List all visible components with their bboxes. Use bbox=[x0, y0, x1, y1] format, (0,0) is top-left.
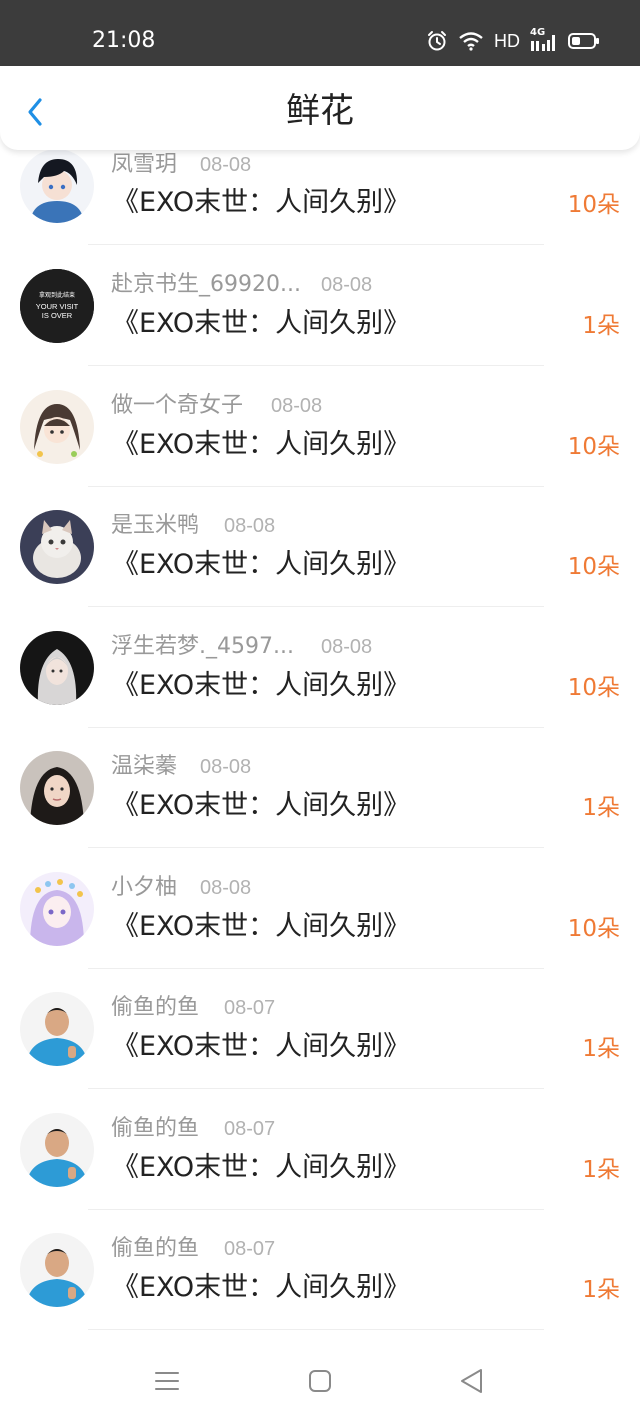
status-bar: 21:08 HD 4G bbox=[0, 0, 640, 66]
book-title[interactable]: 《EXO末世：人间久别》 bbox=[112, 1150, 410, 1186]
gift-date: 08-07 bbox=[224, 997, 276, 1019]
flower-count: 10朵 bbox=[567, 434, 620, 460]
gift-date: 08-08 bbox=[321, 636, 373, 658]
avatar[interactable] bbox=[20, 390, 94, 464]
list-item[interactable]: 小夕柚 08-08 《EXO末世：人间久别》 10朵 bbox=[0, 838, 640, 969]
menu-button[interactable] bbox=[147, 1360, 187, 1400]
book-title[interactable]: 《EXO末世：人间久别》 bbox=[112, 547, 410, 583]
flower-count: 1朵 bbox=[582, 313, 620, 339]
gift-date: 08-07 bbox=[224, 1238, 276, 1260]
wifi-icon bbox=[459, 32, 483, 51]
list-item[interactable]: 拿观到此结束 YOUR VISIT IS OVER 赴京书生_69920... … bbox=[0, 235, 640, 366]
gift-date: 08-08 bbox=[271, 395, 323, 417]
system-back-button[interactable] bbox=[452, 1360, 492, 1400]
avatar[interactable] bbox=[20, 1113, 94, 1187]
flower-gift-list[interactable]: 凤雪玥 08-08 《EXO末世：人间久别》 10朵 拿观到此结束 YOUR V… bbox=[0, 150, 640, 1330]
gift-date: 08-08 bbox=[224, 515, 276, 537]
battery-icon bbox=[568, 33, 599, 49]
network-type-label: HD bbox=[494, 30, 520, 51]
avatar[interactable] bbox=[20, 631, 94, 705]
page-title: 鲜花 bbox=[286, 91, 354, 131]
home-button[interactable] bbox=[300, 1360, 340, 1400]
avatar[interactable] bbox=[20, 150, 94, 223]
list-item[interactable]: 偷鱼的鱼 08-07 《EXO末世：人间久别》 1朵 bbox=[0, 1079, 640, 1210]
username[interactable]: 偷鱼的鱼 bbox=[111, 994, 199, 1022]
status-icons: HD 4G bbox=[426, 27, 600, 55]
username[interactable]: 浮生若梦._4597... bbox=[111, 633, 294, 661]
gift-date: 08-08 bbox=[321, 274, 373, 296]
book-title[interactable]: 《EXO末世：人间久别》 bbox=[112, 909, 410, 945]
avatar[interactable] bbox=[20, 751, 94, 825]
flower-count: 1朵 bbox=[582, 795, 620, 821]
avatar[interactable]: 拿观到此结束 YOUR VISIT IS OVER bbox=[20, 269, 94, 343]
gift-date: 08-08 bbox=[200, 877, 252, 899]
flower-count: 10朵 bbox=[567, 916, 620, 942]
book-title[interactable]: 《EXO末世：人间久别》 bbox=[112, 1270, 410, 1306]
status-time: 21:08 bbox=[92, 28, 156, 53]
list-item[interactable]: 温柒蓁 08-08 《EXO末世：人间久别》 1朵 bbox=[0, 717, 640, 848]
avatar[interactable] bbox=[20, 872, 94, 946]
gift-date: 08-08 bbox=[200, 756, 252, 778]
back-triangle-icon bbox=[461, 1369, 482, 1393]
list-item[interactable]: 是玉米鸭 08-08 《EXO末世：人间久别》 10朵 bbox=[0, 476, 640, 607]
signal-icon: 4G bbox=[530, 27, 558, 52]
book-title[interactable]: 《EXO末世：人间久别》 bbox=[112, 1029, 410, 1065]
avatar-caption: IS OVER bbox=[42, 311, 73, 320]
alarm-icon bbox=[428, 31, 446, 51]
username[interactable]: 偷鱼的鱼 bbox=[111, 1115, 199, 1143]
book-title[interactable]: 《EXO末世：人间久别》 bbox=[112, 427, 410, 463]
avatar[interactable] bbox=[20, 510, 94, 584]
gift-date: 08-07 bbox=[224, 1118, 276, 1140]
flower-count: 10朵 bbox=[567, 192, 620, 218]
avatar[interactable] bbox=[20, 1233, 94, 1307]
avatar[interactable] bbox=[20, 992, 94, 1066]
avatar-caption: 拿观到此结束 bbox=[39, 291, 75, 299]
flower-count: 10朵 bbox=[567, 554, 620, 580]
book-title[interactable]: 《EXO末世：人间久别》 bbox=[112, 668, 410, 704]
flower-count: 10朵 bbox=[567, 675, 620, 701]
username[interactable]: 是玉米鸭 bbox=[111, 512, 199, 540]
list-item[interactable]: 浮生若梦._4597... 08-08 《EXO末世：人间久别》 10朵 bbox=[0, 597, 640, 728]
username[interactable]: 温柒蓁 bbox=[111, 753, 177, 781]
flower-count: 1朵 bbox=[582, 1036, 620, 1062]
system-nav-bar bbox=[0, 1330, 640, 1422]
username[interactable]: 凤雪玥 bbox=[111, 151, 177, 179]
username[interactable]: 做一个奇女子 bbox=[111, 392, 243, 420]
list-item[interactable]: 做一个奇女子 08-08 《EXO末世：人间久别》 10朵 bbox=[0, 356, 640, 487]
list-item[interactable]: 凤雪玥 08-08 《EXO末世：人间久别》 10朵 bbox=[0, 150, 640, 245]
header: 鲜花 bbox=[0, 66, 640, 150]
flower-count: 1朵 bbox=[582, 1277, 620, 1303]
avatar-caption: YOUR VISIT bbox=[36, 302, 79, 311]
username[interactable]: 小夕柚 bbox=[111, 874, 177, 902]
username[interactable]: 偷鱼的鱼 bbox=[111, 1235, 199, 1263]
book-title[interactable]: 《EXO末世：人间久别》 bbox=[112, 185, 410, 221]
gift-date: 08-08 bbox=[200, 154, 252, 176]
list-item[interactable]: 偷鱼的鱼 08-07 《EXO末世：人间久别》 1朵 bbox=[0, 1199, 640, 1330]
list-item[interactable]: 偷鱼的鱼 08-07 《EXO末世：人间久别》 1朵 bbox=[0, 958, 640, 1089]
book-title[interactable]: 《EXO末世：人间久别》 bbox=[112, 306, 410, 342]
home-square-icon bbox=[309, 1370, 331, 1392]
username[interactable]: 赴京书生_69920... bbox=[111, 271, 301, 299]
book-title[interactable]: 《EXO末世：人间久别》 bbox=[112, 788, 410, 824]
flower-count: 1朵 bbox=[582, 1157, 620, 1183]
menu-icon bbox=[155, 1372, 179, 1390]
